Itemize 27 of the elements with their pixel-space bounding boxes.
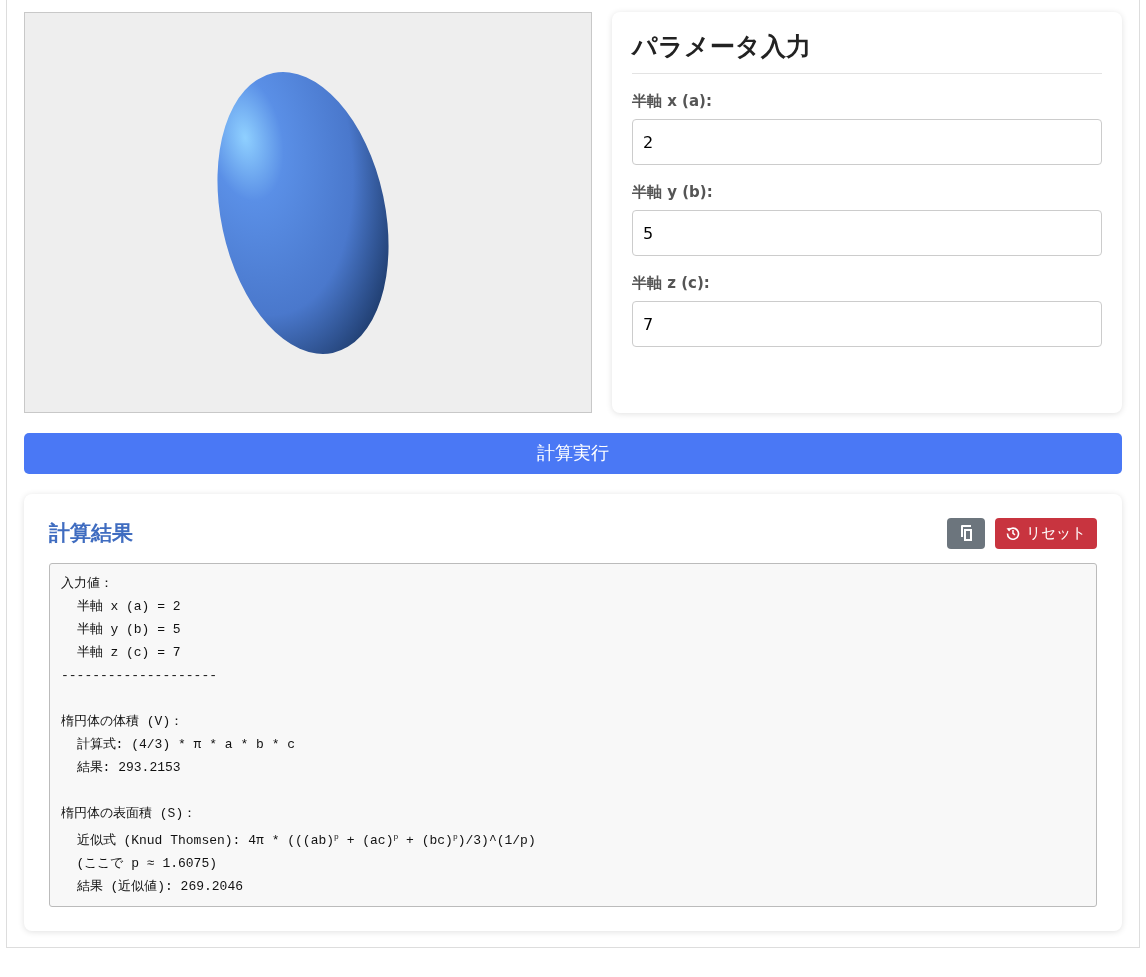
- reset-button[interactable]: リセット: [995, 517, 1097, 549]
- result-line: 入力値：: [61, 574, 113, 593]
- result-output-field[interactable]: [49, 562, 1097, 907]
- result-line: (ここで p ≈ 1.6075): [75, 855, 218, 873]
- result-line: 計算式: (4/3) * π * a * b * c: [75, 735, 296, 754]
- input-field[interactable]: 2: [632, 119, 1102, 165]
- input-field[interactable]: 7: [632, 301, 1102, 347]
- input-field[interactable]: 5: [632, 210, 1102, 256]
- result-line: --------------------: [61, 666, 218, 685]
- calculate-button[interactable]: 計算実行: [24, 433, 1122, 474]
- field-label: 半軸 z (c):: [632, 274, 711, 293]
- result-line: 結果 (近似値): 269.2046: [75, 878, 244, 896]
- result-line: 近似式 (Knud Thomsen): 4π * (((ab)$^{p}$ + (ac)$^{p}$ + (bc)$^{p}$)/3)^(1/p): [75, 830, 536, 850]
- 3d-viewer[interactable]: [24, 12, 592, 413]
- result-line: 半軸 y (b) = 5: [75, 620, 181, 639]
- copy-icon: [959, 525, 973, 542]
- field-label: 半軸 y (b):: [632, 183, 714, 202]
- result-line: 楕円体の体積 (V)：: [61, 712, 184, 731]
- result-line: 半軸 x (a) = 2: [75, 597, 181, 616]
- copy-button[interactable]: [947, 517, 985, 549]
- field-label: 半軸 x (a):: [632, 92, 713, 111]
- results-title: 計算結果: [49, 520, 133, 548]
- history-icon: [1006, 526, 1020, 541]
- result-line: 半軸 z (c) = 7: [75, 643, 181, 662]
- result-line: 結果: 293.2153: [75, 758, 181, 777]
- panel-title: パラメータ入力: [632, 30, 1102, 74]
- result-line: 楕円体の表面積 (S)：: [61, 804, 197, 823]
